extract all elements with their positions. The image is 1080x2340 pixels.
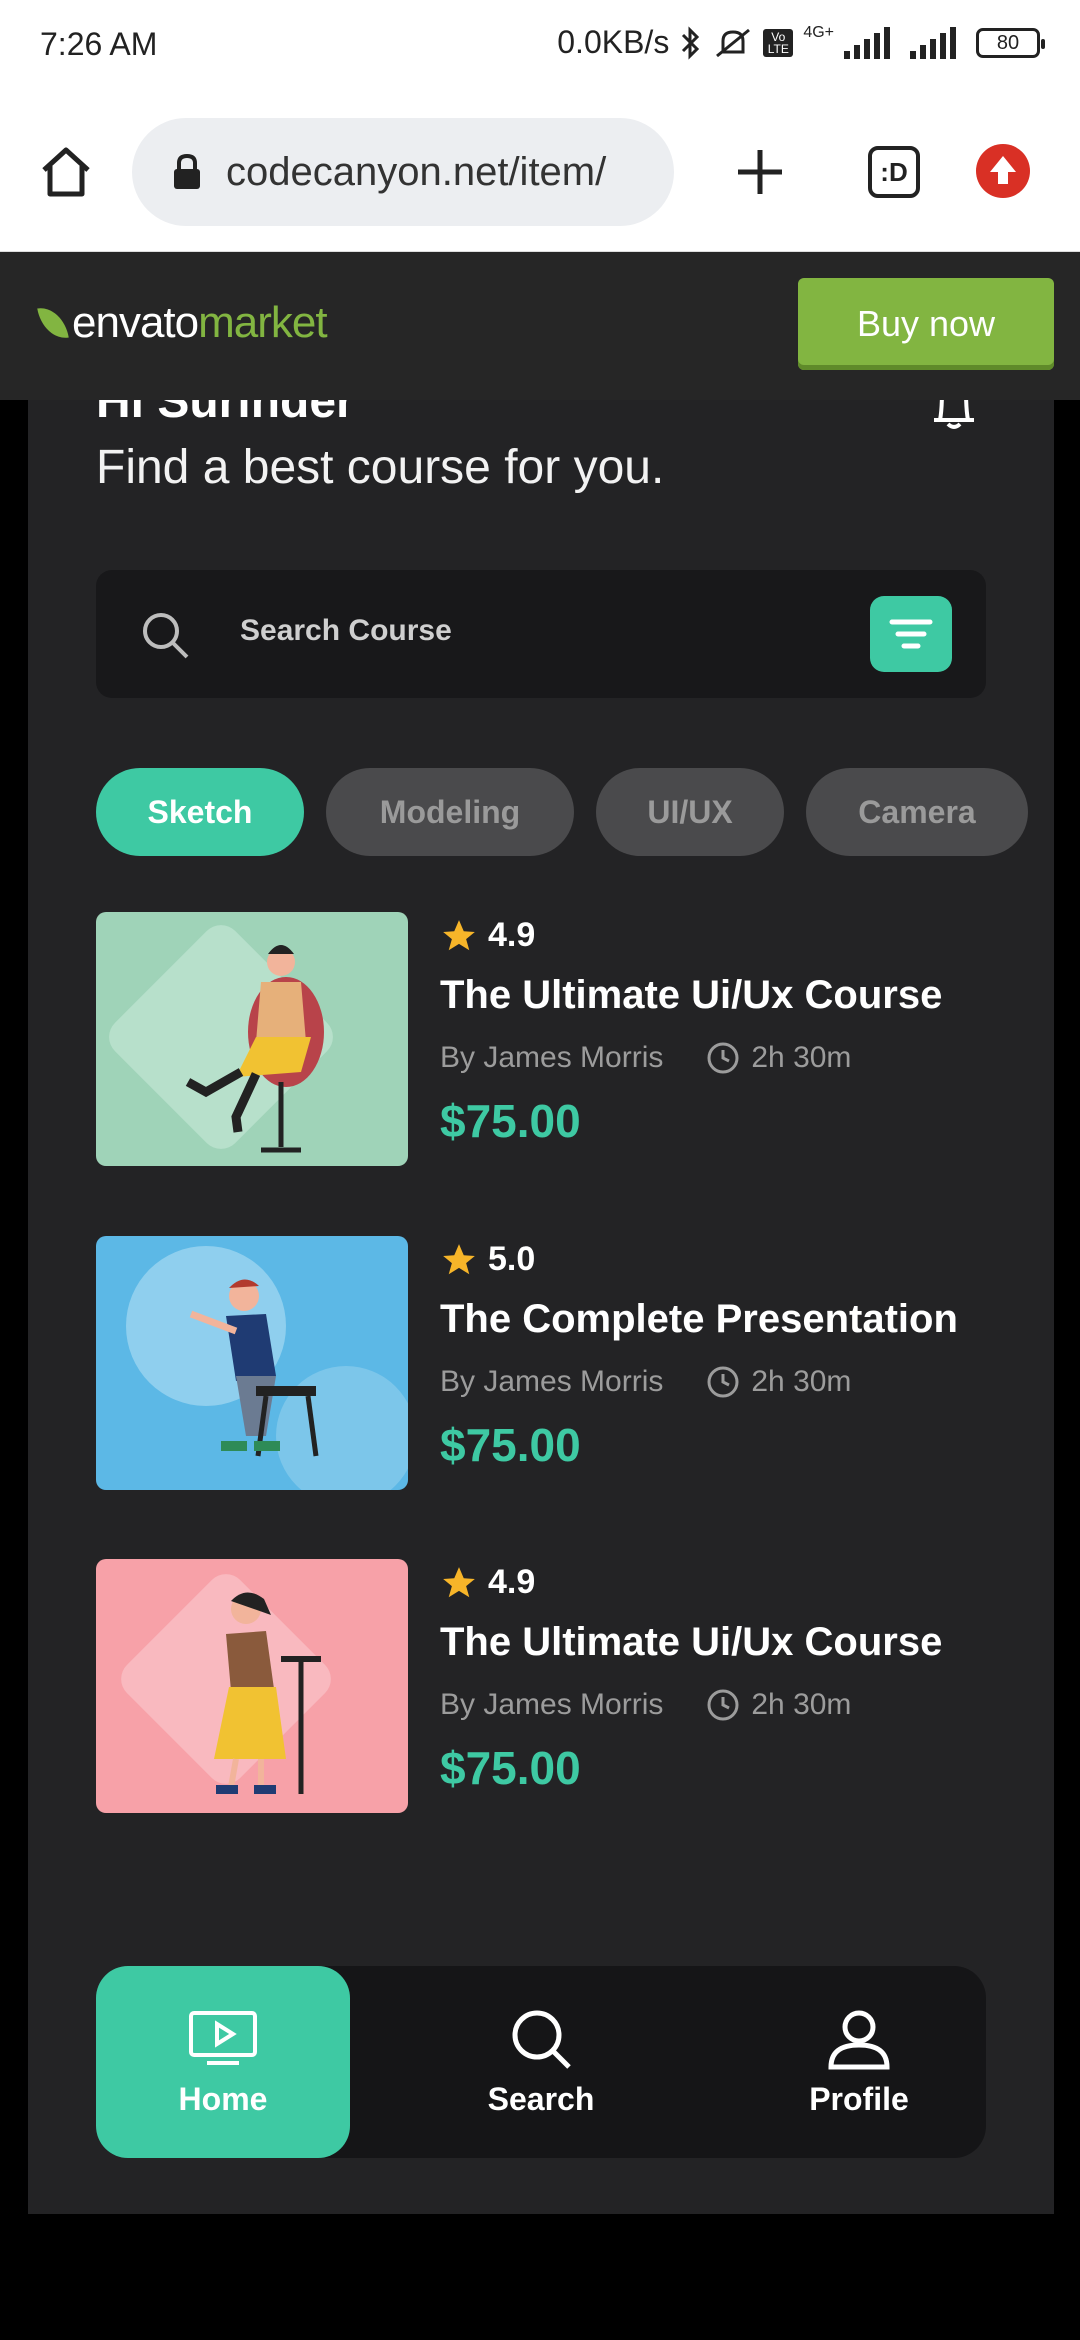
status-bar: 7:26 AM 0.0KB/s Vo LTE 4G+ 80 — [0, 0, 1080, 92]
bottom-navigation: Home Search Profile — [96, 1966, 986, 2158]
page-subtitle: Find a best course for you. — [96, 441, 665, 494]
course-card[interactable]: 4.9 The Ultimate Ui/Ux Course By James M… — [96, 1559, 996, 1815]
course-rating: 4.9 — [488, 916, 536, 954]
nav-home[interactable]: Home — [96, 1966, 350, 2158]
course-duration: 2h 30m — [751, 1688, 852, 1721]
tab-switcher-button[interactable]: :D — [868, 146, 920, 198]
app-preview: Hi Surinder Find a best course for you. … — [28, 400, 1054, 2214]
course-title: The Ultimate Ui/Ux Course — [440, 1620, 943, 1664]
new-tab-icon[interactable] — [736, 148, 784, 196]
nav-profile[interactable]: Profile — [732, 1966, 986, 2158]
course-author: By James Morris — [440, 1041, 664, 1074]
course-price: $75.00 — [440, 1742, 581, 1794]
logo-text-market: market — [198, 298, 327, 347]
battery-icon: 80 — [976, 27, 1045, 58]
course-title: The Complete Presentation — [440, 1297, 958, 1341]
course-info: 5.0 The Complete Presentation By James M… — [440, 1236, 1000, 1472]
star-icon — [443, 1243, 475, 1274]
mute-bell-icon — [716, 28, 751, 57]
course-duration: 2h 30m — [751, 1041, 852, 1074]
filter-icon[interactable] — [870, 596, 952, 672]
search-course-input[interactable]: Search Course — [96, 570, 986, 698]
course-price: $75.00 — [440, 1419, 581, 1471]
leaf-icon — [37, 304, 69, 342]
course-card[interactable]: 4.9 The Ultimate Ui/Ux Course By James M… — [96, 912, 996, 1168]
course-rating: 5.0 — [488, 1240, 536, 1278]
course-thumbnail-illustration — [96, 1559, 408, 1813]
signal-icon-2 — [910, 26, 956, 59]
status-icons: 0.0KB/s Vo LTE 4G+ 80 — [557, 24, 1045, 61]
category-chips: Sketch Modeling UI/UX Camera — [96, 768, 1028, 856]
bluetooth-icon — [682, 25, 700, 60]
tv-play-icon — [189, 2010, 257, 2065]
browser-toolbar: codecanyon.net/item/ :D — [0, 92, 1080, 252]
course-duration: 2h 30m — [751, 1365, 852, 1398]
star-icon — [443, 919, 475, 950]
clock-icon — [707, 1042, 739, 1074]
clock-icon — [707, 1689, 739, 1721]
course-price: $75.00 — [440, 1095, 581, 1147]
star-icon — [443, 1566, 475, 1597]
search-icon — [512, 2010, 571, 2069]
network-type: 4G+ — [803, 24, 834, 41]
home-icon[interactable] — [38, 144, 94, 200]
course-info: 4.9 The Ultimate Ui/Ux Course By James M… — [440, 912, 1000, 1148]
clock-icon — [707, 1366, 739, 1398]
nav-profile-label: Profile — [809, 2080, 909, 2117]
network-speed: 0.0KB/s — [557, 24, 670, 60]
envato-header: envato market Buy now — [0, 252, 1080, 400]
address-bar[interactable]: codecanyon.net/item/ — [132, 118, 674, 226]
envato-logo[interactable]: envato market — [37, 298, 328, 348]
course-author: By James Morris — [440, 1688, 664, 1721]
buy-now-button[interactable]: Buy now — [798, 278, 1054, 370]
course-author: By James Morris — [440, 1365, 664, 1398]
course-title: The Ultimate Ui/Ux Course — [440, 973, 943, 1017]
chip-uiux[interactable]: UI/UX — [596, 768, 784, 856]
logo-text-envato: envato — [72, 298, 199, 347]
url-text: codecanyon.net/item/ — [226, 149, 607, 194]
course-thumbnail-illustration — [96, 1236, 408, 1490]
chip-camera[interactable]: Camera — [806, 768, 1028, 856]
notification-bell-icon[interactable] — [922, 400, 986, 430]
course-card[interactable]: 5.0 The Complete Presentation By James M… — [96, 1236, 996, 1492]
search-icon — [143, 613, 189, 659]
course-thumbnail-illustration — [96, 912, 408, 1166]
nav-home-label: Home — [178, 2080, 268, 2117]
nav-search[interactable]: Search — [414, 1966, 668, 2158]
search-placeholder: Search Course — [240, 614, 452, 647]
update-arrow-icon[interactable] — [976, 144, 1030, 198]
nav-search-label: Search — [487, 2080, 595, 2117]
chip-modeling[interactable]: Modeling — [326, 768, 574, 856]
volte-badge: Vo LTE — [763, 28, 794, 57]
course-info: 4.9 The Ultimate Ui/Ux Course By James M… — [440, 1559, 1000, 1795]
status-time: 7:26 AM — [40, 26, 158, 62]
user-icon — [828, 2010, 890, 2069]
signal-icon — [844, 26, 890, 59]
course-rating: 4.9 — [488, 1563, 536, 1601]
chip-sketch[interactable]: Sketch — [96, 768, 304, 856]
greeting: Hi Surinder — [96, 400, 355, 428]
lock-icon — [174, 153, 200, 189]
